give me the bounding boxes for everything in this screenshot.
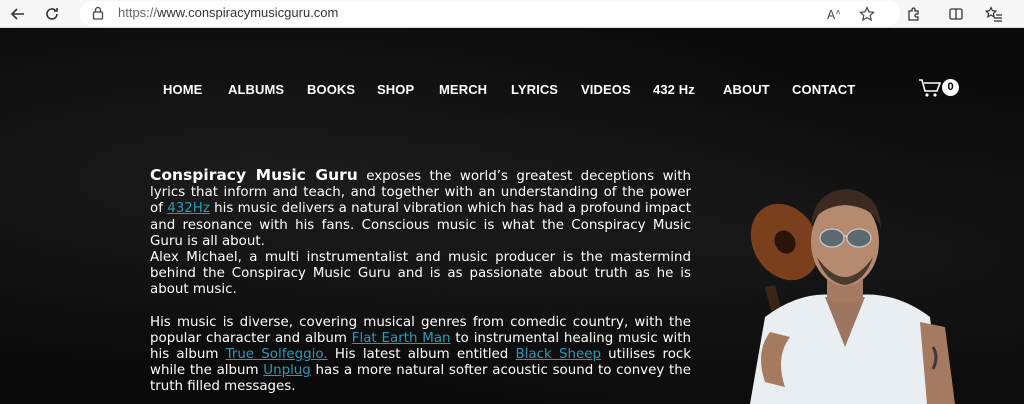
- brand-name: Conspiracy Music Guru: [150, 166, 358, 184]
- url-text: https://www.conspiracymusicguru.com: [118, 5, 339, 20]
- nav-item-about[interactable]: ABOUT: [723, 82, 770, 97]
- link-unplug[interactable]: Unplug: [263, 363, 311, 378]
- nav-item-home[interactable]: HOME: [163, 82, 202, 97]
- intro-paragraph: Conspiracy Music Guru exposes the world’…: [150, 166, 691, 249]
- page-body: HOME ALBUMS BOOKS SHOP MERCH LYRICS VIDE…: [0, 29, 1024, 404]
- svg-text:ʌ: ʌ: [836, 8, 840, 16]
- address-bar[interactable]: https://www.conspiracymusicguru.com Aʌ: [80, 1, 900, 26]
- svg-text:A: A: [827, 8, 836, 21]
- link-black-sheep[interactable]: Black Sheep: [516, 347, 601, 362]
- cart-count-badge: 0: [942, 79, 959, 96]
- back-arrow-icon[interactable]: [6, 2, 30, 26]
- nav-item-books[interactable]: BOOKS: [307, 82, 355, 97]
- nav-item-albums[interactable]: ALBUMS: [228, 82, 284, 97]
- nav-item-videos[interactable]: VIDEOS: [581, 82, 631, 97]
- read-aloud-icon[interactable]: Aʌ: [825, 4, 845, 24]
- intro-text: Conspiracy Music Guru exposes the world’…: [150, 167, 691, 396]
- favorites-list-icon[interactable]: [982, 2, 1006, 26]
- favorite-star-icon[interactable]: [857, 4, 877, 24]
- link-true-solfeggio[interactable]: True Solfeggio.: [226, 347, 328, 362]
- cart-button[interactable]: 0: [918, 77, 962, 99]
- artist-photo: [750, 189, 955, 404]
- nav-item-shop[interactable]: SHOP: [377, 82, 414, 97]
- link-flat-earth-man[interactable]: Flat Earth Man: [352, 331, 451, 346]
- nav-item-contact[interactable]: CONTACT: [792, 82, 855, 97]
- bio-paragraph: Alex Michael, a multi instrumentalist an…: [150, 250, 691, 298]
- nav-item-432hz[interactable]: 432 Hz: [653, 82, 695, 97]
- lock-icon: [92, 6, 104, 20]
- link-432hz[interactable]: 432Hz: [167, 201, 210, 216]
- reload-icon[interactable]: [40, 2, 64, 26]
- nav-item-lyrics[interactable]: LYRICS: [511, 82, 558, 97]
- extensions-icon[interactable]: [902, 2, 926, 26]
- music-paragraph: His music is diverse, covering musical g…: [150, 314, 692, 395]
- browser-toolbar: https://www.conspiracymusicguru.com Aʌ: [0, 0, 1024, 28]
- cart-icon: [919, 79, 942, 97]
- split-screen-icon[interactable]: [944, 2, 968, 26]
- nav-item-merch[interactable]: MERCH: [439, 82, 487, 97]
